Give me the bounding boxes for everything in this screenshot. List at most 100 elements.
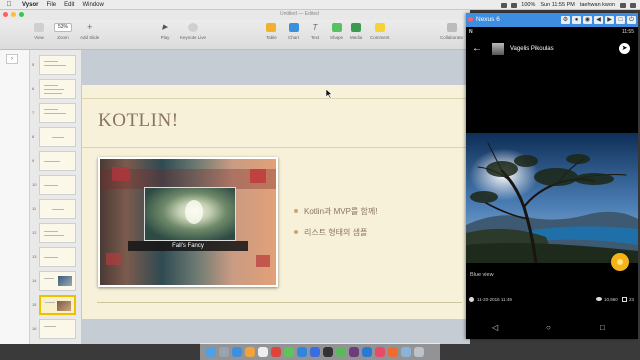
menu-window[interactable]: Window <box>82 0 103 10</box>
desktop:  Vysor File Edit Window 100% Sun 11:55 … <box>0 0 640 360</box>
add-slide-button[interactable]: + Add Slide <box>80 22 99 41</box>
messages-icon[interactable] <box>284 347 294 357</box>
chrome-icon[interactable] <box>271 347 281 357</box>
menubar-clock[interactable]: Sun 11:55 PM <box>540 0 574 10</box>
search-icon[interactable] <box>620 2 626 8</box>
wifi-icon[interactable] <box>501 2 508 8</box>
volume-down-icon[interactable]: ◀ <box>594 16 603 24</box>
slide-number: 16 <box>32 326 37 331</box>
sun-fab-button[interactable] <box>611 253 629 271</box>
back-nav-icon[interactable]: ◁ <box>492 323 498 332</box>
chevron-right-icon[interactable]: › <box>6 54 18 64</box>
comment-button[interactable]: Comment <box>370 23 390 40</box>
zoom-value[interactable]: 53% <box>54 23 72 32</box>
user-name[interactable]: Vagelis Pikoulas <box>510 46 554 52</box>
close-window-button[interactable] <box>468 17 473 22</box>
home-nav-icon[interactable]: ○ <box>546 323 551 332</box>
calendar-icon[interactable] <box>258 347 268 357</box>
vysor-icon[interactable] <box>388 347 398 357</box>
text-button[interactable]: T Text <box>310 23 320 40</box>
launchpad-icon[interactable] <box>219 347 229 357</box>
slide-thumbnail[interactable]: 14 <box>30 270 81 292</box>
app-store-icon[interactable] <box>297 347 307 357</box>
slide-thumbnail[interactable]: 12 <box>30 222 81 244</box>
slide-thumbnail[interactable]: 9 <box>30 150 81 172</box>
document-title: Untitled — Edited <box>280 11 319 17</box>
preview-icon[interactable] <box>401 347 411 357</box>
comment-icon <box>374 23 385 32</box>
bullet-text: 리스트 형태의 샘플 <box>304 227 368 237</box>
camera-icon[interactable]: ● <box>572 16 581 24</box>
terminal-icon[interactable] <box>323 347 333 357</box>
music-icon[interactable] <box>375 347 385 357</box>
collaborate-button[interactable]: Collaborate <box>440 23 463 40</box>
slide-thumbnail-selected[interactable]: 15 <box>30 294 81 316</box>
table-icon <box>266 23 277 32</box>
slide-number: 11 <box>32 206 37 211</box>
table-button[interactable]: Table <box>266 23 277 40</box>
menu-file[interactable]: File <box>46 0 56 10</box>
notification-center-icon[interactable] <box>630 2 636 8</box>
shape-button[interactable]: Shape <box>330 23 343 40</box>
slide-thumbnail[interactable]: 7 <box>30 102 81 124</box>
landscape-photo[interactable] <box>466 133 638 263</box>
keynote-live-button[interactable]: Keynote Live <box>180 23 206 40</box>
slide-navigator[interactable]: 5 6 7 8 9 10 11 12 13 14 15 16 <box>30 50 82 344</box>
plus-icon: + <box>86 22 93 32</box>
slide-thumbnail[interactable]: 8 <box>30 126 81 148</box>
minimize-window-button[interactable] <box>11 12 16 17</box>
view-button[interactable]: View <box>34 23 44 40</box>
bullet-list[interactable]: Kotlin과 MVP를 함께! 리스트 형태의 샘플 <box>294 205 377 247</box>
zoom-control[interactable]: 53% Zoom <box>54 23 72 40</box>
battery-text[interactable]: 100% <box>521 0 535 10</box>
slide-number: 8 <box>32 134 35 139</box>
photo-caption: Fall's Fancy <box>128 241 248 251</box>
xcode-icon[interactable] <box>362 347 372 357</box>
slide-title[interactable]: KOTLIN! <box>98 110 179 132</box>
apple-menu-icon[interactable]:  <box>4 0 14 10</box>
slide-canvas[interactable]: KOTLIN! Fall's Fancy Kotlin과 MVP를 함께! 리스… <box>82 50 470 344</box>
fullscreen-icon[interactable]: □ <box>616 16 625 24</box>
slide-thumbnail[interactable]: 5 <box>30 54 81 76</box>
slide-photo[interactable]: Fall's Fancy <box>98 157 278 287</box>
slide-number: 9 <box>32 158 35 163</box>
media-label: Media <box>350 35 363 40</box>
slide-thumbnail[interactable]: 16 <box>30 318 81 340</box>
zoom-window-button[interactable] <box>19 12 24 17</box>
settings-icon[interactable]: ⚙ <box>561 16 570 24</box>
keynote-live-label: Keynote Live <box>180 35 207 40</box>
slide-thumbnail[interactable]: 10 <box>30 174 81 196</box>
view-count: 10,960 <box>604 297 618 302</box>
finder-icon[interactable] <box>206 347 216 357</box>
play-button[interactable]: ▶ Play <box>160 23 170 40</box>
menu-vysor[interactable]: Vysor <box>22 0 38 10</box>
photos-icon[interactable] <box>245 347 255 357</box>
close-window-button[interactable] <box>3 12 8 17</box>
power-icon[interactable]: ⏻ <box>627 16 636 24</box>
recents-nav-icon[interactable]: □ <box>600 323 605 332</box>
volume-icon[interactable] <box>511 2 518 8</box>
trash-icon[interactable] <box>414 347 424 357</box>
share-icon[interactable]: ➤ <box>619 43 630 54</box>
menu-edit[interactable]: Edit <box>64 0 74 10</box>
slide-thumbnail[interactable]: 6 <box>30 78 81 100</box>
volume-up-icon[interactable]: ▶ <box>605 16 614 24</box>
menubar-user[interactable]: taehwan kwon <box>580 0 615 10</box>
android-studio-icon[interactable] <box>336 347 346 357</box>
slide-thumbnail[interactable]: 13 <box>30 246 81 268</box>
bullet-text: Kotlin과 MVP를 함께! <box>304 206 378 216</box>
menubar-status-area: 100% Sun 11:55 PM taehwan kwon <box>501 0 640 10</box>
safari-icon[interactable] <box>232 347 242 357</box>
keynote-icon[interactable] <box>310 347 320 357</box>
divider <box>82 98 470 99</box>
avatar[interactable] <box>492 43 504 55</box>
collaborate-icon <box>446 23 457 32</box>
record-icon[interactable]: ◉ <box>583 16 592 24</box>
slack-icon[interactable] <box>349 347 359 357</box>
slide-thumbnail[interactable]: 11 <box>30 198 81 220</box>
device-title: Nexus 6 <box>476 16 500 23</box>
media-button[interactable]: Media <box>350 23 362 40</box>
current-slide[interactable]: KOTLIN! Fall's Fancy Kotlin과 MVP를 함께! 리스… <box>82 85 470 319</box>
back-arrow-icon[interactable]: ← <box>472 43 482 54</box>
chart-button[interactable]: Chart <box>288 23 299 40</box>
